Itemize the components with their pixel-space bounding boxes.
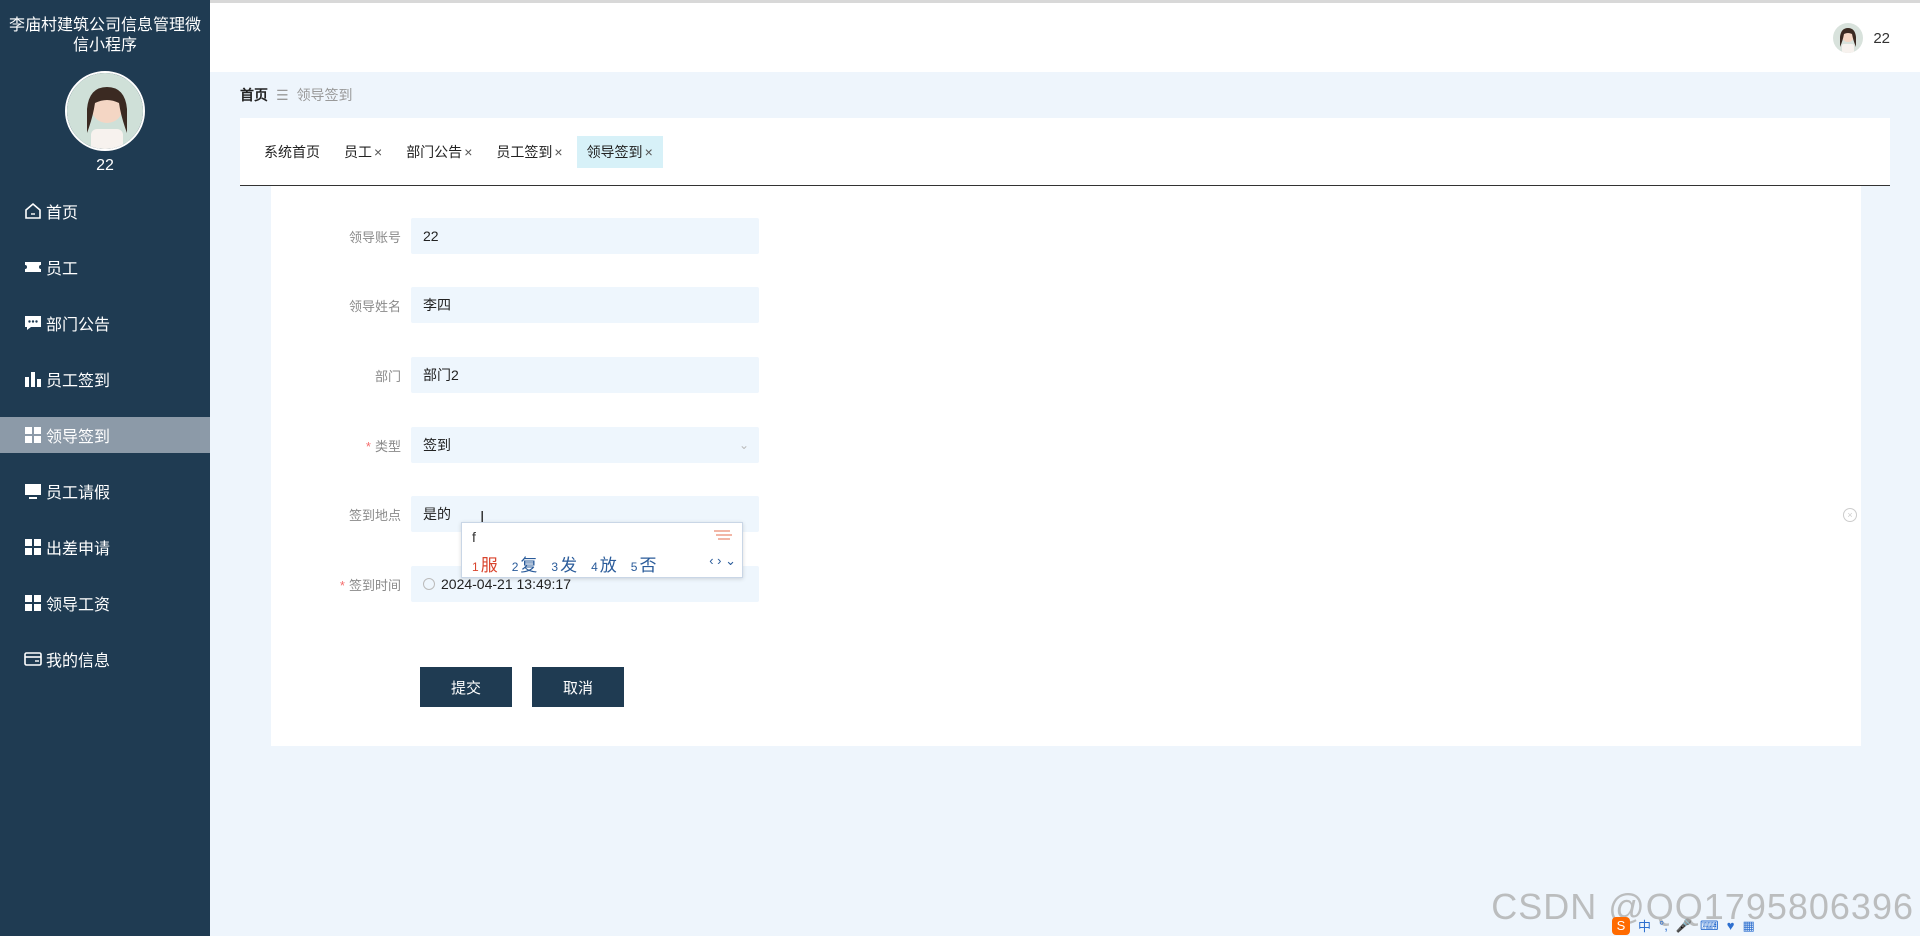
ime-candidate[interactable]: 3发	[551, 551, 577, 576]
keyboard-icon[interactable]: ⌨	[1700, 918, 1719, 934]
tab-label: 员工	[344, 143, 372, 160]
sidebar-item-label: 员工	[46, 261, 79, 278]
sidebar-item-business-trip[interactable]: 出差申请	[0, 529, 210, 565]
sidebar-item-employee-leave[interactable]: 员工请假	[0, 473, 210, 509]
clock-icon	[423, 578, 435, 590]
submit-button[interactable]: 提交	[420, 667, 512, 707]
sidebar-item-label: 领导工资	[46, 597, 111, 614]
sidebar-item-label: 部门公告	[46, 317, 111, 334]
ime-candidate[interactable]: 1服	[472, 551, 498, 576]
tab-label: 系统首页	[264, 143, 320, 160]
monitor-icon	[24, 482, 42, 500]
bar-chart-icon	[24, 370, 42, 388]
avatar[interactable]	[65, 71, 145, 151]
ime-candidate-list: 1服 2复 3发 4放 5否	[472, 551, 670, 576]
toolbox-icon[interactable]: ▦	[1743, 918, 1755, 934]
close-icon[interactable]: ×	[374, 144, 382, 160]
tab-employee[interactable]: 员工 ×	[334, 136, 392, 168]
breadcrumb-home[interactable]: 首页	[240, 85, 268, 105]
sidebar-item-dept-notice[interactable]: 部门公告	[0, 305, 210, 341]
sidebar-username: 22	[96, 157, 114, 174]
ime-lang-indicator[interactable]: 中	[1638, 916, 1651, 935]
field-label: * 签到时间	[339, 577, 401, 593]
sidebar-item-label: 领导签到	[46, 429, 111, 446]
ime-composition: f	[472, 529, 476, 545]
header-username: 22	[1873, 29, 1890, 47]
form-row-account: 领导账号 22	[271, 218, 759, 254]
tab-employee-checkin[interactable]: 员工签到 ×	[486, 136, 572, 168]
checkin-time-value: 2024-04-21 13:49:17	[441, 576, 571, 592]
ime-tray: S 中 °, 🎤 ⌨ ♥ ▦	[1612, 916, 1763, 935]
grid-icon	[24, 538, 42, 556]
cancel-button[interactable]: 取消	[532, 667, 624, 707]
tab-label: 部门公告	[406, 143, 463, 160]
clear-icon[interactable]: ×	[1843, 508, 1857, 522]
sidebar-item-label: 员工请假	[46, 485, 111, 502]
card-icon	[24, 650, 42, 668]
punctuation-icon[interactable]: °,	[1659, 918, 1668, 933]
required-mark: *	[339, 577, 345, 593]
leader-name-field[interactable]: 李四	[411, 287, 759, 323]
sidebar-item-employee[interactable]: 员工	[0, 249, 210, 285]
sidebar-item-my-info[interactable]: 我的信息	[0, 641, 210, 677]
field-label: 领导账号	[348, 229, 401, 245]
ime-candidate[interactable]: 4放	[591, 551, 617, 576]
grid-icon	[24, 594, 42, 612]
dept-field[interactable]: 部门2	[411, 357, 759, 393]
user-menu[interactable]: 22	[1833, 23, 1890, 53]
skin-icon[interactable]: ♥	[1727, 918, 1735, 933]
close-icon[interactable]: ×	[464, 144, 472, 160]
field-label: * 类型	[365, 438, 401, 454]
tab-dept-notice[interactable]: 部门公告 ×	[396, 136, 482, 168]
field-label: 领导姓名	[348, 298, 401, 314]
sidebar: 李庙村建筑公司信息管理微信小程序 22 首页 员工 部门公告 员工签到 领导签到	[0, 0, 210, 936]
type-select-value: 签到	[423, 437, 451, 453]
grid-icon	[24, 426, 42, 444]
field-label: 部门	[374, 368, 401, 384]
avatar[interactable]	[1833, 23, 1864, 53]
sidebar-item-home[interactable]: 首页	[0, 193, 210, 229]
leader-account-field[interactable]: 22	[411, 218, 759, 254]
ime-page-nav[interactable]: ‹ › ⌄	[709, 553, 736, 569]
ticket-icon	[24, 258, 42, 276]
message-icon	[24, 314, 42, 332]
chevron-down-icon: ⌄	[738, 438, 749, 452]
sidebar-item-leader-checkin[interactable]: 领导签到	[0, 417, 210, 453]
tab-leader-checkin[interactable]: 领导签到 ×	[576, 135, 663, 168]
breadcrumb-current: 领导签到	[296, 87, 353, 103]
sidebar-menu: 首页 员工 部门公告 员工签到 领导签到 员工请假 出差申请 领导工资 我的信息	[0, 193, 210, 677]
tab-label: 领导签到	[586, 143, 643, 160]
sidebar-item-label: 我的信息	[46, 653, 111, 670]
form-row-type: * 类型 签到 ⌄	[271, 427, 759, 463]
sogou-logo-icon[interactable]: S	[1612, 916, 1630, 935]
required-mark: *	[365, 438, 371, 454]
home-icon	[24, 202, 42, 220]
tab-system-home[interactable]: 系统首页	[254, 136, 330, 168]
microphone-icon[interactable]: 🎤	[1676, 918, 1692, 934]
ime-candidate-popup[interactable]: f 1服 2复 3发 4放 5否 ‹ › ⌄	[461, 522, 743, 578]
field-label: 签到地点	[348, 507, 401, 523]
tabs-bar: 系统首页 员工 × 部门公告 × 员工签到 × 领导签到 ×	[240, 118, 1890, 186]
breadcrumb-separator-icon: ☰	[276, 86, 289, 103]
close-icon[interactable]: ×	[554, 144, 562, 160]
app-title: 李庙村建筑公司信息管理微信小程序	[8, 17, 201, 54]
top-header: 22	[210, 0, 1920, 72]
close-icon[interactable]: ×	[645, 144, 653, 160]
breadcrumb: 首页 ☰ 领导签到	[240, 85, 353, 105]
form-row-name: 领导姓名 李四	[271, 287, 759, 323]
ime-candidate[interactable]: 5否	[631, 551, 657, 576]
sidebar-item-label: 员工签到	[46, 373, 111, 390]
sidebar-item-label: 出差申请	[46, 541, 111, 558]
ime-candidate[interactable]: 2复	[512, 551, 538, 576]
ime-skin-icon	[710, 525, 734, 545]
sidebar-item-label: 首页	[46, 205, 79, 222]
sidebar-item-leader-salary[interactable]: 领导工资	[0, 585, 210, 621]
tab-label: 员工签到	[496, 143, 553, 160]
type-select[interactable]: 签到 ⌄	[411, 427, 759, 463]
form-card: 领导账号 22 领导姓名 李四 部门 部门2 * 类型 签到 ⌄ 签到地点 是的 …	[271, 186, 1861, 746]
form-row-dept: 部门 部门2	[271, 357, 759, 393]
sidebar-item-employee-checkin[interactable]: 员工签到	[0, 361, 210, 397]
